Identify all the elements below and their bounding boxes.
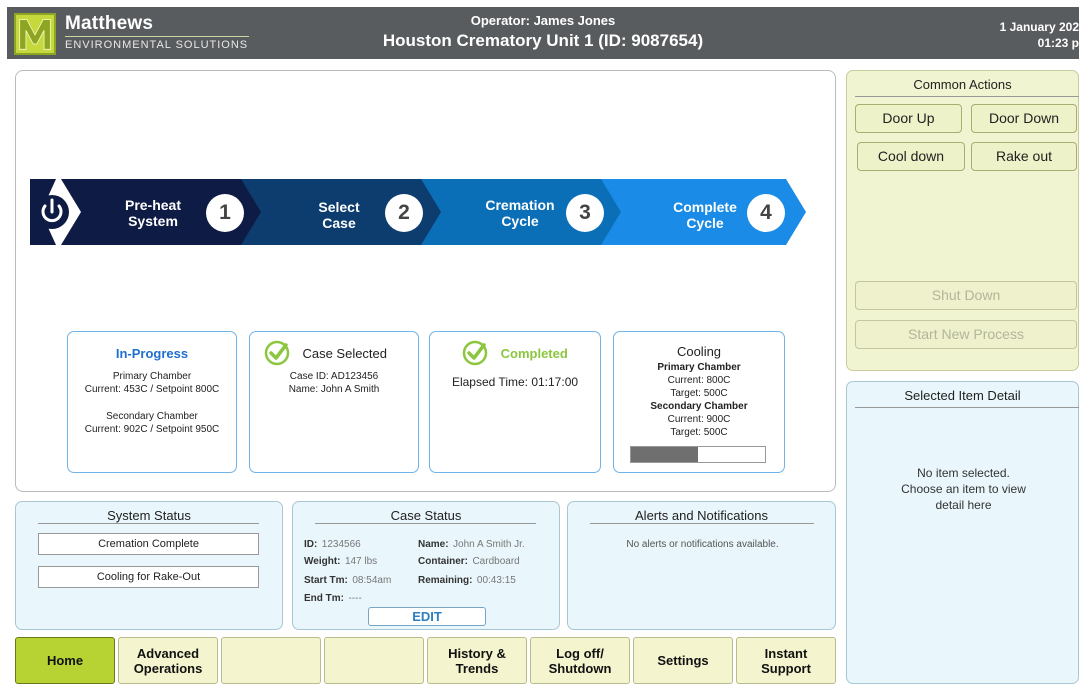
select-case-card[interactable]: Case Selected Case ID: AD123456 Name: Jo… <box>249 331 419 473</box>
detail-message: No item selected. Choose an item to view… <box>901 466 1026 512</box>
divider <box>855 96 1079 97</box>
complete-primary-target: Target: 500C <box>670 388 728 399</box>
step-2-title: Select Case <box>318 199 360 231</box>
header-date: 1 January 202 <box>999 20 1079 34</box>
cooling-progress-fill <box>631 447 698 462</box>
preheat-secondary-value: Current: 902C / Setpoint 950C <box>84 424 220 435</box>
header-bar: Matthews ENVIRONMENTAL SOLUTIONS Operato… <box>7 7 1079 59</box>
select-case-id: Case ID: AD123456 <box>289 371 379 382</box>
case-weight-row: Weight: 147 lbs <box>304 556 378 567</box>
system-status-title: System Status <box>107 508 191 523</box>
cremation-card[interactable]: Completed Elapsed Time: 01:17:00 <box>429 331 601 473</box>
cool-down-button[interactable]: Cool down <box>857 142 965 171</box>
edit-case-button[interactable]: EDIT <box>368 607 486 626</box>
complete-primary-label: Primary Chamber <box>657 362 741 373</box>
nav-home-button[interactable]: Home <box>15 637 115 684</box>
check-circle-icon <box>264 340 290 366</box>
step-3-title: Cremation Cycle <box>485 197 555 229</box>
select-case-name: Name: John A Smith <box>288 384 380 395</box>
rake-out-button[interactable]: Rake out <box>971 142 1077 171</box>
divider <box>590 523 814 524</box>
common-actions-title: Common Actions <box>913 77 1012 92</box>
preheat-card[interactable]: In-Progress Primary Chamber Current: 453… <box>67 331 237 473</box>
operator-name: Operator: James Jones <box>470 13 616 28</box>
app-root: Matthews ENVIRONMENTAL SOLUTIONS Operato… <box>0 0 1079 684</box>
system-status-item: Cooling for Rake-Out <box>38 566 259 588</box>
preheat-primary-label: Primary Chamber <box>112 371 192 382</box>
system-status-panel: System Status Cremation Complete Cooling… <box>15 501 283 630</box>
unit-title: Houston Crematory Unit 1 (ID: 9087654) <box>382 31 704 50</box>
door-up-button[interactable]: Door Up <box>855 104 962 133</box>
step-4-number: 4 <box>747 194 785 232</box>
divider <box>315 523 536 524</box>
preheat-secondary-label: Secondary Chamber <box>106 411 198 422</box>
case-id-row: ID: 1234566 <box>304 539 361 550</box>
process-panel: Pre-heat System 1 Select Case 2 Crematio… <box>15 70 836 492</box>
divider <box>855 407 1079 408</box>
step-1-title: Pre-heat System <box>124 197 182 229</box>
step-3-number: 3 <box>566 194 604 232</box>
divider <box>38 523 259 524</box>
start-new-process-button[interactable]: Start New Process <box>855 320 1077 349</box>
detail-title: Selected Item Detail <box>904 388 1021 403</box>
alerts-panel: Alerts and Notifications No alerts or no… <box>567 501 836 630</box>
header-time: 01:23 p <box>1037 36 1079 50</box>
check-circle-icon <box>462 340 488 366</box>
alerts-title: Alerts and Notifications <box>635 508 768 523</box>
nav-settings-button[interactable]: Settings <box>633 637 733 684</box>
case-remaining-row: Remaining: 00:43:15 <box>418 575 516 586</box>
complete-secondary-target: Target: 500C <box>670 427 728 438</box>
door-down-button[interactable]: Door Down <box>971 104 1077 133</box>
case-status-panel: Case Status ID: 1234566 Weight: 147 lbs … <box>292 501 560 630</box>
case-container-row: Container: Cardboard <box>418 556 520 567</box>
cremation-status: Completed <box>500 345 568 361</box>
nav-advanced-operations-button[interactable]: Advanced Operations <box>118 637 218 684</box>
case-status-title: Case Status <box>390 508 462 523</box>
step-1-number: 1 <box>206 194 244 232</box>
nav-history-trends-button[interactable]: History & Trends <box>427 637 527 684</box>
case-name-row: Name: John A Smith Jr. <box>418 539 525 550</box>
nav-logoff-shutdown-button[interactable]: Log off/Shutdown <box>530 637 630 684</box>
preheat-status: In-Progress <box>115 346 189 361</box>
complete-card[interactable]: Cooling Primary Chamber Current: 800C Ta… <box>613 331 785 473</box>
shut-down-button[interactable]: Shut Down <box>855 281 1077 310</box>
cooling-progress-bar <box>630 446 766 463</box>
complete-primary-current: Current: 800C <box>667 375 731 386</box>
case-start-row: Start Tm: 08:54am <box>304 575 392 586</box>
nav-empty-button[interactable] <box>221 637 321 684</box>
select-case-status: Case Selected <box>302 345 388 361</box>
step-4-title: Complete Cycle <box>673 199 737 231</box>
system-status-item: Cremation Complete <box>38 533 259 555</box>
case-end-row: End Tm: ---- <box>304 593 362 604</box>
complete-secondary-current: Current: 900C <box>667 414 731 425</box>
nav-instant-support-button[interactable]: Instant Support <box>736 637 836 684</box>
elapsed-time: Elapsed Time: 01:17:00 <box>451 375 579 389</box>
preheat-primary-value: Current: 453C / Setpoint 800C <box>84 384 220 395</box>
nav-empty-button[interactable] <box>324 637 424 684</box>
power-icon <box>35 195 69 229</box>
common-actions-panel: Common Actions Door Up Door Down Cool do… <box>846 70 1079 371</box>
complete-secondary-label: Secondary Chamber <box>650 401 748 412</box>
alerts-message: No alerts or notifications available. <box>626 539 779 550</box>
complete-status: Cooling <box>676 344 722 359</box>
step-2-number: 2 <box>385 194 423 232</box>
selected-item-detail-panel: Selected Item Detail No item selected. C… <box>846 381 1079 684</box>
